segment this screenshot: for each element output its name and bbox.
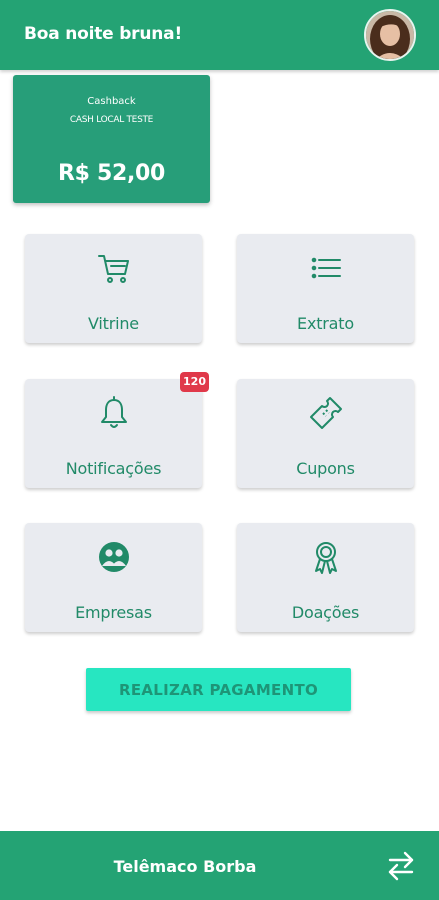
doacoes-button[interactable]: Doações bbox=[237, 523, 414, 632]
city-name: Telêmaco Borba bbox=[113, 857, 257, 876]
app-header: Boa noite bruna! bbox=[0, 0, 439, 70]
cashback-subtitle: CASH LOCAL TESTE bbox=[69, 115, 154, 125]
cupons-label: Cupons bbox=[296, 459, 355, 478]
notificacoes-label: Notificações bbox=[65, 459, 162, 478]
vitrine-button[interactable]: Vitrine bbox=[25, 234, 202, 343]
vitrine-label: Vitrine bbox=[88, 314, 139, 333]
cart-icon bbox=[97, 255, 129, 283]
notificacoes-button[interactable]: Notificações bbox=[25, 379, 202, 488]
avatar[interactable] bbox=[364, 9, 416, 61]
cupons-button[interactable]: Cupons bbox=[237, 379, 414, 488]
ticket-icon bbox=[309, 397, 342, 429]
cashback-amount: R$ 52,00 bbox=[57, 161, 166, 186]
swap-icon[interactable] bbox=[386, 849, 416, 883]
cashback-title: Cashback bbox=[87, 96, 136, 107]
bell-icon bbox=[100, 396, 127, 428]
notification-count-badge: 120 bbox=[180, 372, 209, 392]
cashback-card[interactable]: Cashback CASH LOCAL TESTE R$ 52,00 bbox=[13, 75, 210, 203]
doacoes-label: Doações bbox=[291, 603, 360, 622]
people-icon bbox=[98, 542, 129, 572]
empresas-button[interactable]: Empresas bbox=[25, 523, 202, 632]
realizar-pagamento-button[interactable]: REALIZAR PAGAMENTO bbox=[86, 668, 351, 711]
award-icon bbox=[314, 542, 337, 574]
empresas-label: Empresas bbox=[75, 603, 152, 622]
app-footer: Telêmaco Borba bbox=[0, 831, 439, 900]
avatar-photo-icon bbox=[366, 11, 414, 59]
list-icon bbox=[311, 257, 341, 279]
extrato-button[interactable]: Extrato bbox=[237, 234, 414, 343]
greeting-text: Boa noite bruna! bbox=[24, 24, 182, 44]
extrato-label: Extrato bbox=[297, 314, 354, 333]
